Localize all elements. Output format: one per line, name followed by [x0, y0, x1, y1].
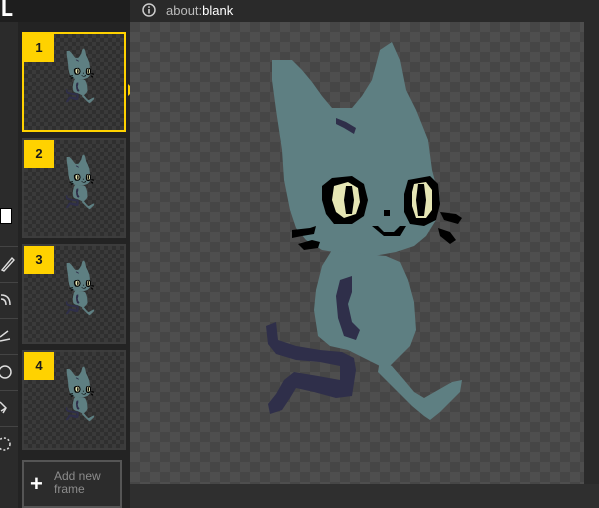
frames-panel: 1 2 3 4 + Add new frame [18, 22, 134, 508]
tool-strip [0, 22, 18, 508]
frame-thumbnail [65, 48, 95, 104]
frame-thumbnail [65, 260, 95, 316]
stroke-icon [0, 330, 11, 342]
pin-tool-button[interactable] [0, 390, 18, 424]
spray-icon [0, 294, 11, 306]
add-frame-button[interactable]: + Add new frame [22, 460, 122, 508]
url-host: blank [202, 3, 234, 18]
drawing-canvas[interactable] [130, 22, 584, 484]
lasso-tool-button[interactable] [0, 426, 18, 466]
color-swatch[interactable] [0, 208, 12, 224]
circle-tool-button[interactable] [0, 354, 18, 388]
frame-tile-2[interactable]: 2 [22, 138, 126, 238]
lasso-icon [0, 437, 11, 451]
frame-tile-3[interactable]: 3 [22, 244, 126, 344]
address-bar[interactable]: about:blank [130, 0, 599, 22]
pen-icon [0, 256, 15, 272]
frame-thumbnail [65, 154, 95, 210]
pin-icon [0, 401, 7, 414]
app-logo: L [0, 0, 14, 22]
pen-tool-button[interactable] [0, 246, 18, 280]
spray-tool-button[interactable] [0, 282, 18, 316]
circle-icon [0, 365, 12, 379]
plus-icon: + [30, 471, 43, 496]
frame-thumbnail [65, 366, 95, 422]
stroke-tool-button[interactable] [0, 318, 18, 352]
vertical-scrollbar[interactable] [584, 22, 599, 484]
url-scheme: about: [166, 3, 203, 18]
frame-tile-4[interactable]: 4 [22, 350, 126, 450]
frame-tile-1[interactable]: 1 [22, 32, 134, 132]
add-frame-label: Add new frame [54, 469, 101, 496]
cat-sprite [266, 42, 462, 420]
horizontal-scrollbar[interactable] [130, 484, 599, 508]
url-text: about:blank [166, 3, 233, 18]
info-icon [142, 3, 156, 17]
